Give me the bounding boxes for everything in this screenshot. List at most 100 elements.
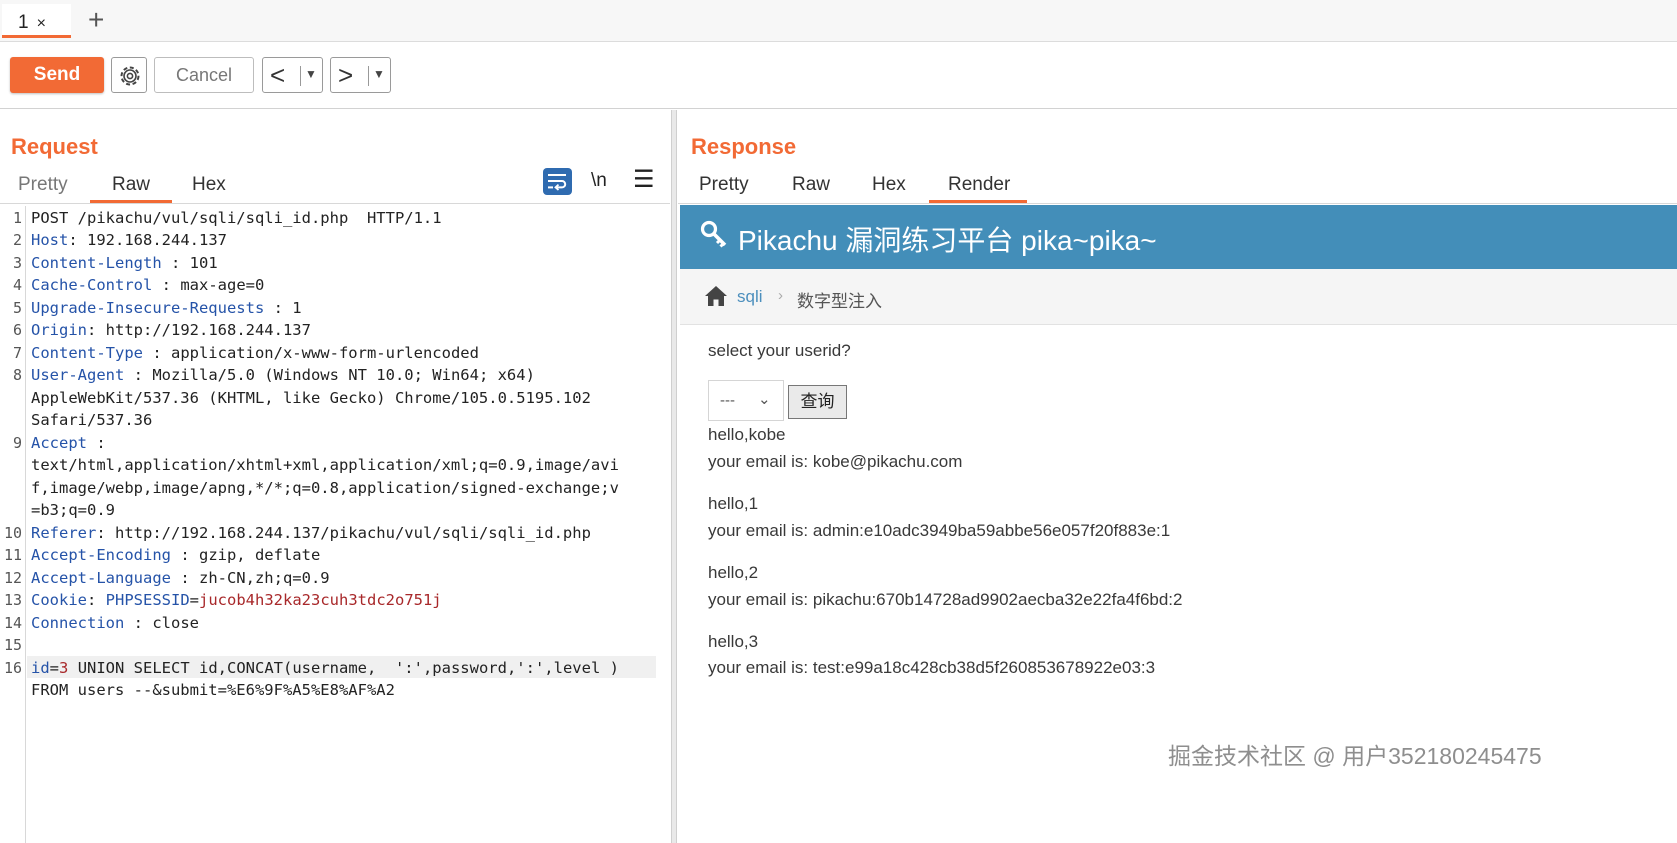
header-line: Origin: http://192.168.244.137: [31, 321, 311, 339]
userid-prompt: select your userid?: [708, 341, 851, 360]
request-title: Request: [11, 134, 98, 159]
header-line-continuation: AppleWebKit/537.36 (KHTML, like Gecko) C…: [31, 389, 591, 407]
header-separator: :: [68, 231, 87, 249]
header-name: Content-Length: [31, 254, 162, 272]
header-value: close: [152, 614, 199, 632]
chevron-down-icon: ⌄: [758, 391, 771, 408]
response-tab-hex[interactable]: Hex: [872, 174, 906, 196]
header-line: Cache-Control : max-age=0: [31, 276, 264, 294]
header-separator: :: [152, 276, 181, 294]
divider: [678, 203, 1677, 204]
divider: [300, 66, 301, 86]
header-value: max-age=0: [180, 276, 265, 294]
breadcrumb: sqli › 数字型注入: [680, 269, 1677, 325]
forward-arrow-icon: >: [338, 60, 354, 90]
line-number: 3: [12, 254, 22, 272]
cancel-button[interactable]: Cancel: [154, 57, 254, 93]
toolbar: Send Cancel < ▼ > ▼: [0, 43, 1677, 109]
line-number: 13: [3, 591, 22, 609]
response-tab-render[interactable]: Render: [948, 174, 1010, 196]
header-name: Accept-Encoding: [31, 546, 171, 564]
back-arrow-icon: <: [270, 60, 286, 90]
header-separator: :: [161, 254, 190, 272]
header-value: zh-CN,zh;q=0.9: [198, 569, 330, 587]
header-line: Content-Length : 101: [31, 254, 218, 272]
header-line: Referer: http://192.168.244.137/pikachu/…: [31, 524, 591, 542]
forward-button[interactable]: > ▼: [330, 57, 391, 93]
header-separator: :: [124, 366, 153, 384]
divider: [368, 66, 369, 86]
request-tab-pretty[interactable]: Pretty: [18, 174, 68, 196]
header-name: Cookie: [31, 591, 87, 609]
raw-request-editor[interactable]: 1 POST /pikachu/vul/sqli/sqli_id.php HTT…: [0, 206, 670, 843]
line-number: 2: [12, 231, 22, 249]
send-button[interactable]: Send: [10, 57, 104, 93]
breadcrumb-link-sqli[interactable]: sqli: [737, 287, 763, 307]
header-value: 1: [292, 299, 302, 317]
select-value: ---: [720, 392, 735, 409]
forward-history-dropdown-icon[interactable]: ▼: [373, 67, 385, 81]
header-name: Upgrade-Insecure-Requests: [31, 299, 265, 317]
header-name: Cache-Control: [31, 276, 153, 294]
header-line-continuation: f,image/webp,image/apng,*/*;q=0.8,applic…: [31, 479, 619, 497]
cookie-equals: =: [189, 591, 200, 609]
pane-splitter[interactable]: [671, 110, 677, 843]
site-header: Pikachu 漏洞练习平台 pika~pika~: [680, 205, 1677, 269]
header-line: Connection : close: [31, 614, 199, 632]
param-value: 3: [59, 659, 69, 677]
line-number: 16: [3, 659, 22, 677]
header-line: Upgrade-Insecure-Requests : 1: [31, 299, 302, 317]
key-icon: [700, 220, 727, 248]
header-value: application/x-www-form-urlencoded: [170, 344, 479, 362]
result-hello: hello,kobe: [708, 425, 786, 444]
divider: [0, 203, 670, 204]
header-name: Referer: [31, 524, 97, 542]
watermark: 掘金技术社区 @ 用户352180245475: [1168, 743, 1542, 769]
request-line: POST /pikachu/vul/sqli/sqli_id.php HTTP/…: [31, 209, 442, 227]
response-tab-pretty[interactable]: Pretty: [699, 174, 749, 196]
back-button[interactable]: < ▼: [262, 57, 323, 93]
home-icon[interactable]: [704, 285, 728, 307]
request-tab-hex[interactable]: Hex: [192, 174, 226, 196]
result-hello: hello,1: [708, 494, 759, 513]
word-wrap-icon[interactable]: [543, 168, 572, 195]
response-title: Response: [691, 134, 797, 159]
query-button[interactable]: 查询: [788, 385, 847, 419]
userid-select[interactable]: --- ⌄: [708, 380, 784, 421]
result-email: your email is: kobe@pikachu.com: [708, 452, 963, 471]
result-email: your email is: pikachu:670b14728ad9902ae…: [708, 590, 1183, 609]
param-equals: =: [49, 659, 60, 677]
header-separator: :: [170, 569, 199, 587]
header-name: Accept: [31, 434, 87, 452]
header-name: Origin: [31, 321, 87, 339]
repeater-tab-1[interactable]: 1 ×: [2, 4, 71, 38]
menu-icon[interactable]: ☰: [633, 168, 655, 192]
gear-icon: [120, 66, 140, 86]
header-line-continuation: text/html,application/xhtml+xml,applicat…: [31, 456, 619, 474]
cookie-line: Cookie: PHPSESSID=jucob4h32ka23cuh3tdc2o…: [31, 591, 442, 609]
line-number: 15: [3, 636, 22, 654]
line-number: 9: [12, 434, 22, 452]
line-number: 6: [12, 321, 22, 339]
add-tab-icon[interactable]: +: [88, 4, 104, 36]
header-separator: :: [87, 434, 106, 452]
response-tab-raw[interactable]: Raw: [792, 174, 830, 196]
line-number: 1: [12, 209, 22, 227]
back-history-dropdown-icon[interactable]: ▼: [305, 67, 317, 81]
header-separator: :: [264, 299, 293, 317]
close-tab-icon[interactable]: ×: [37, 15, 46, 32]
cookie-name: PHPSESSID: [105, 591, 190, 609]
repeater-tab-strip: 1 × +: [0, 0, 1677, 42]
show-newlines-icon[interactable]: \n: [591, 170, 607, 192]
header-separator: :: [170, 546, 199, 564]
header-line: User-Agent : Mozilla/5.0 (Windows NT 10.…: [31, 366, 535, 384]
header-line: Accept-Language : zh-CN,zh;q=0.9: [31, 569, 330, 587]
line-number: 11: [3, 546, 22, 564]
header-value: gzip, deflate: [198, 546, 321, 564]
settings-button[interactable]: [111, 57, 147, 93]
breadcrumb-chevron-icon: ›: [778, 287, 783, 304]
request-tab-raw[interactable]: Raw: [112, 174, 150, 196]
header-separator: :: [124, 614, 153, 632]
header-separator: :: [142, 344, 171, 362]
header-value: 101: [189, 254, 218, 272]
